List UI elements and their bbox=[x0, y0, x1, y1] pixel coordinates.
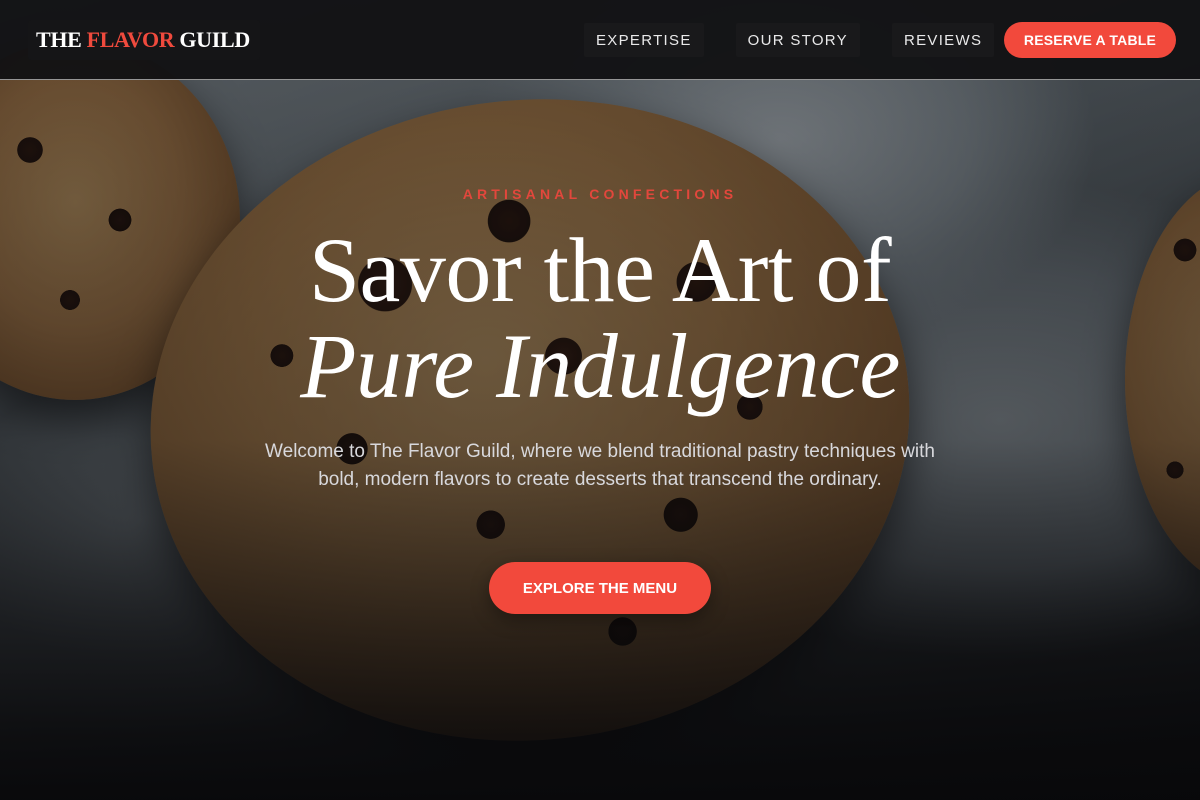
nav-link-our-story[interactable]: OUR STORY bbox=[735, 23, 860, 57]
landing-page: THE FLAVOR GUILD EXPERTISE OUR STORY REV… bbox=[0, 0, 1200, 800]
hero-eyebrow: ARTISANAL CONFECTIONS bbox=[462, 186, 738, 202]
explore-menu-button[interactable]: EXPLORE THE MENU bbox=[489, 562, 711, 614]
hero-headline-line1: Savor the Art of bbox=[308, 219, 892, 321]
hero-section: ARTISANAL CONFECTIONS Savor the Art of P… bbox=[0, 0, 1200, 800]
logo-word-the: THE bbox=[36, 27, 82, 52]
hero-headline-line2: Pure Indulgence bbox=[300, 315, 900, 417]
logo-word-guild: GUILD bbox=[179, 27, 250, 52]
logo-word-flavor: FLAVOR bbox=[86, 27, 175, 52]
nav-link-reviews[interactable]: REVIEWS bbox=[891, 23, 995, 57]
top-navigation-bar: THE FLAVOR GUILD EXPERTISE OUR STORY REV… bbox=[0, 0, 1200, 80]
nav-link-expertise[interactable]: EXPERTISE bbox=[584, 23, 704, 57]
nav-links: EXPERTISE OUR STORY REVIEWS bbox=[584, 23, 995, 57]
hero-headline: Savor the Art of Pure Indulgence bbox=[0, 222, 1200, 414]
brand-logo[interactable]: THE FLAVOR GUILD bbox=[28, 20, 260, 60]
hero-subtitle: Welcome to The Flavor Guild, where we bl… bbox=[265, 441, 935, 490]
reserve-table-button[interactable]: RESERVE A TABLE bbox=[1004, 22, 1176, 58]
